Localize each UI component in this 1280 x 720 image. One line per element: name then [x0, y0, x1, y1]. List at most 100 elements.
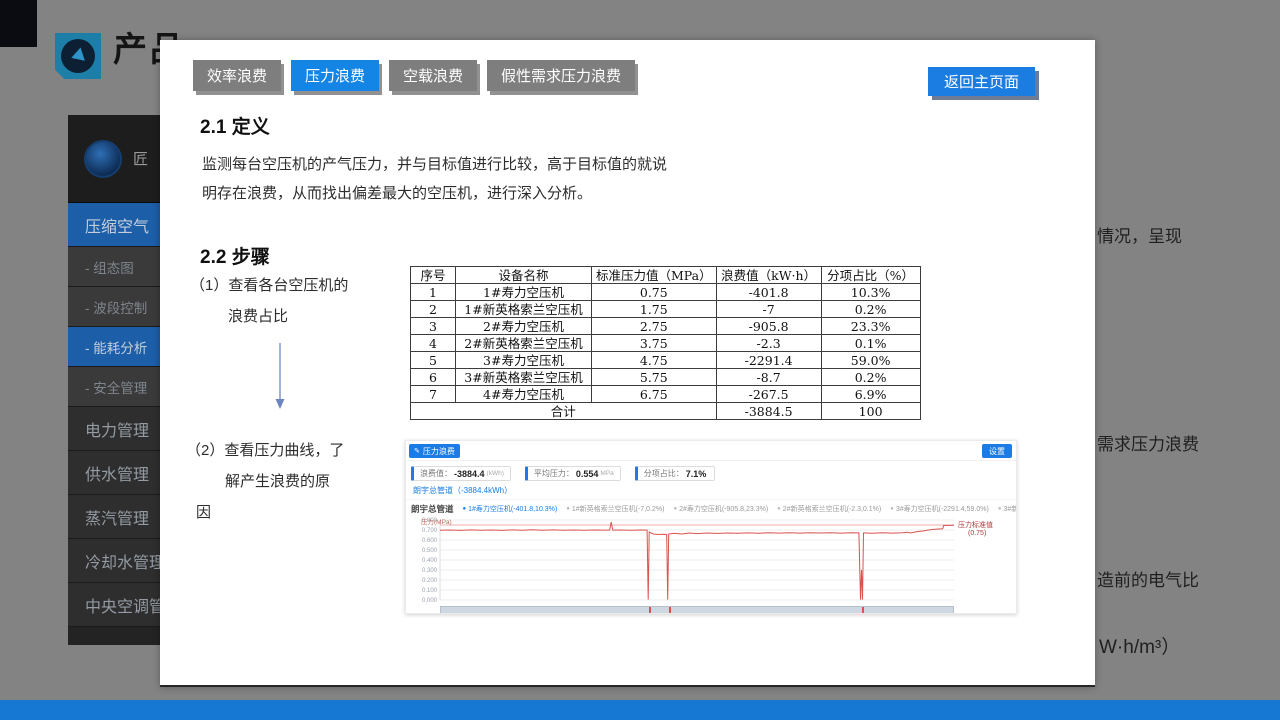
legend-label: 1#寿力空压机(-401.8,10.3%): [468, 504, 557, 514]
background-sidebar: 匠 压缩空气 - 组态图 - 波段控制 - 能耗分析 - 安全管理 电力管理 供…: [68, 115, 160, 645]
cell: 6.9%: [821, 386, 920, 403]
definition-line: 监测每台空压机的产气压力，并与目标值进行比较，高于目标值的就说: [202, 150, 667, 179]
cell: 59.0%: [821, 352, 920, 369]
cell: -2.3: [716, 335, 821, 352]
stat-value: 7.1%: [686, 469, 707, 479]
svg-text:0.400: 0.400: [422, 558, 438, 564]
table-row: 11#寿力空压机0.75-401.810.3%: [411, 284, 921, 301]
stat-share-pct: 分项占比： 7.1%: [635, 466, 716, 481]
cell: 6: [411, 369, 456, 386]
tab-false-demand-pressure-waste[interactable]: 假性需求压力浪费: [487, 60, 635, 91]
legend-item: ●1#寿力空压机(-401.8,10.3%): [463, 504, 558, 514]
cell: 2.75: [592, 318, 717, 335]
pressure-chart-area: 压力(MPa) 0.8000.7000.6000.5000.4000.3000.…: [406, 516, 1016, 606]
legend-dot-icon: ●: [998, 506, 1002, 512]
legend-item: ●3#寿力空压机(-2291.4,59.0%): [890, 504, 989, 514]
cell: 1.75: [592, 301, 717, 318]
cell: -7: [716, 301, 821, 318]
col-header-index: 序号: [411, 267, 456, 284]
sidebar-item-power-management[interactable]: 电力管理: [68, 407, 160, 451]
sidebar-item-band-control[interactable]: - 波段控制: [68, 287, 160, 327]
screenshot-tab-pressure-waste: ✎ 压力浪费: [409, 444, 460, 458]
stat-value: -3884.4: [454, 469, 485, 479]
sidebar-item-steam-management[interactable]: 蒸汽管理: [68, 495, 160, 539]
cell: 3: [411, 318, 456, 335]
table-row: 63#新英格索兰空压机5.75-8.70.2%: [411, 369, 921, 386]
cell: 10.3%: [821, 284, 920, 301]
svg-text:0.600: 0.600: [422, 538, 438, 544]
cell: -401.8: [716, 284, 821, 301]
cell: 3#新英格索兰空压机: [456, 369, 592, 386]
scrollbar-event-tick: [862, 607, 864, 614]
stat-value: 0.554: [576, 469, 599, 479]
cell: 1#新英格索兰空压机: [456, 301, 592, 318]
legend-dot-icon: ●: [673, 506, 677, 512]
background-text-fragment: 情况，呈现: [1097, 222, 1182, 247]
total-share-value: 100: [821, 403, 920, 420]
cell: 3#寿力空压机: [456, 352, 592, 369]
legend-title: 朗宇总管道: [411, 503, 454, 515]
waste-ratio-table: 序号 设备名称 标准压力值（MPa） 浪费值（kW·h） 分项占比（%） 11#…: [410, 266, 921, 420]
cell: 3.75: [592, 335, 717, 352]
stats-row: 浪费值： -3884.4 (kWh) 平均压力： 0.554 MPa 分项占比：…: [406, 461, 1016, 481]
pressure-line-chart: 0.8000.7000.6000.5000.4000.3000.2000.100…: [406, 516, 1017, 606]
definition-heading: 2.1 定义: [200, 112, 270, 139]
legend-dot-icon: ●: [463, 506, 467, 512]
return-main-page-button[interactable]: 返回主页面: [928, 67, 1035, 96]
table-row: 21#新英格索兰空压机1.75-70.2%: [411, 301, 921, 318]
background-text-fragment: 造前的电气比: [1097, 566, 1199, 591]
step-1-line: （1）查看各台空压机的: [190, 270, 348, 301]
cell: -905.8: [716, 318, 821, 335]
back-app-icon[interactable]: [55, 33, 101, 79]
background-text-fragment: 需求压力浪费: [1097, 430, 1199, 455]
tab-idle-waste[interactable]: 空载浪费: [389, 60, 477, 91]
cell: 2: [411, 301, 456, 318]
cell: -8.7: [716, 369, 821, 386]
chart-scrollbar: [440, 606, 954, 614]
sidebar-item-central-ac[interactable]: 中央空调管理: [68, 583, 160, 627]
stat-waste-value: 浪费值： -3884.4 (kWh): [411, 466, 511, 481]
stat-unit: MPa: [600, 470, 613, 477]
col-header-device: 设备名称: [456, 267, 592, 284]
sidebar-item-config-diagram[interactable]: - 组态图: [68, 247, 160, 287]
scrollbar-event-tick: [649, 607, 651, 614]
svg-text:0.000: 0.000: [422, 598, 438, 604]
table-row: 53#寿力空压机4.75-2291.459.0%: [411, 352, 921, 369]
cell: 23.3%: [821, 318, 920, 335]
sidebar-item-compressed-air[interactable]: 压缩空气: [68, 203, 160, 247]
sidebar-item-energy-analysis[interactable]: - 能耗分析: [68, 327, 160, 367]
step-2-line: 解产生浪费的原: [186, 466, 344, 497]
total-label: 合计: [411, 403, 717, 420]
sidebar-item-water-supply[interactable]: 供水管理: [68, 451, 160, 495]
chart-legend: 朗宇总管道 ●1#寿力空压机(-401.8,10.3%) ●1#新英格索兰空压机…: [406, 499, 1016, 515]
settings-button: 设置: [982, 444, 1012, 458]
legend-label: 3#寿力空压机(-2291.4,59.0%): [896, 504, 989, 514]
definition-line: 明存在浪费，从而找出偏差最大的空压机，进行深入分析。: [202, 179, 667, 208]
legend-item: ●3#新英格索兰空压机(-8.7,0.2%): [998, 504, 1016, 514]
cell: 2#寿力空压机: [456, 318, 592, 335]
sidebar-item-cooling-water[interactable]: 冷却水管理: [68, 539, 160, 583]
pencil-icon: ✎: [414, 447, 420, 455]
slide-panel: 效率浪费 压力浪费 空载浪费 假性需求压力浪费 返回主页面 2.1 定义 监测每…: [160, 40, 1095, 687]
tab-efficiency-waste[interactable]: 效率浪费: [193, 60, 281, 91]
sidebar-item-safety-management[interactable]: - 安全管理: [68, 367, 160, 407]
tab-pressure-waste[interactable]: 压力浪费: [291, 60, 379, 91]
scrollbar-event-tick: [669, 607, 671, 614]
company-logo-icon: [84, 140, 122, 178]
cell: 4#寿力空压机: [456, 386, 592, 403]
svg-text:0.300: 0.300: [422, 568, 438, 574]
cell: 0.2%: [821, 301, 920, 318]
legend-label: 2#新英格索兰空压机(-2.3,0.1%): [783, 504, 881, 514]
svg-text:0.500: 0.500: [422, 548, 438, 554]
svg-text:0.700: 0.700: [422, 528, 438, 534]
pipeline-link: 朗宇总管道（-3884.4kWh）: [406, 481, 1016, 496]
cell: 6.75: [592, 386, 717, 403]
table-row: 32#寿力空压机2.75-905.823.3%: [411, 318, 921, 335]
back-circle-icon: [61, 39, 95, 73]
svg-text:压力标准值: 压力标准值: [958, 520, 993, 529]
legend-label: 3#新英格索兰空压机(-8.7,0.2%): [1003, 504, 1016, 514]
step-2-line: （2）查看压力曲线，了: [186, 435, 344, 466]
step-1-line: 浪费占比: [190, 301, 348, 332]
cell: 1: [411, 284, 456, 301]
screenshot-tab-label: 压力浪费: [423, 446, 455, 457]
